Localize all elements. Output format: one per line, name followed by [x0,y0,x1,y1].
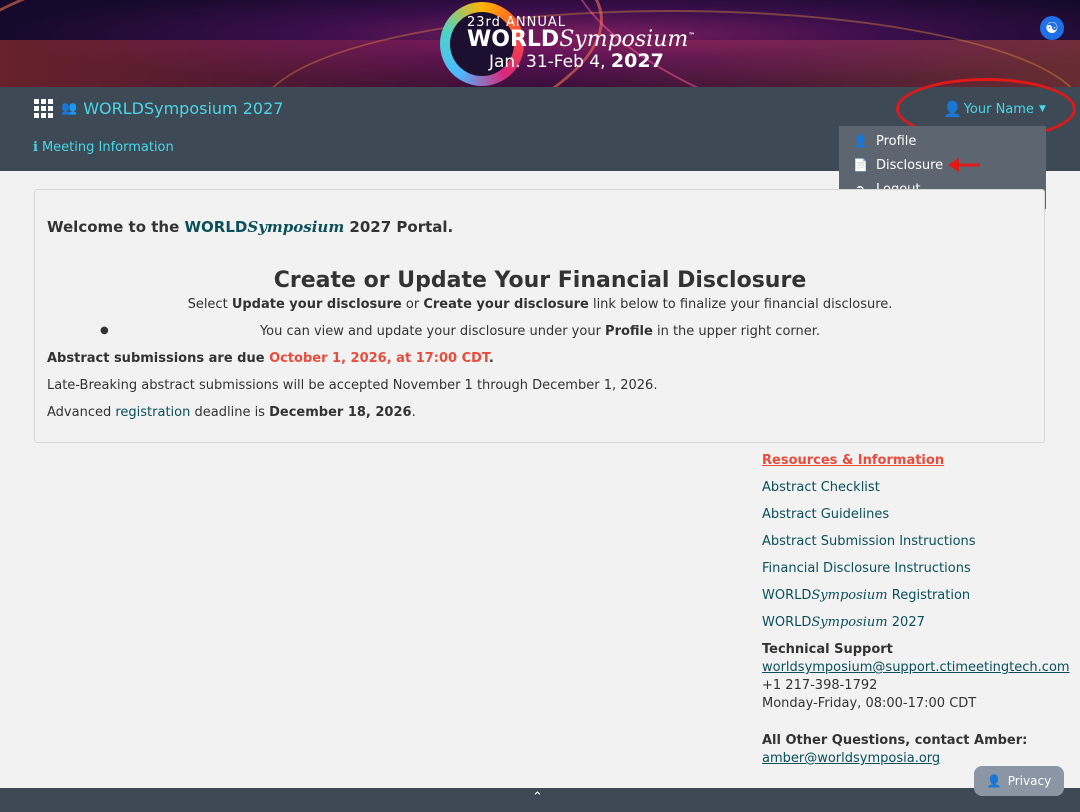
other-questions-heading: All Other Questions, contact Amber: [762,733,1028,748]
privacy-label[interactable]: Privacy [1008,774,1051,788]
users-icon: 👥 [61,100,78,116]
text-fragment: . [488,351,494,366]
abstract-submission-instructions-link[interactable]: Abstract Submission Instructions [762,534,976,549]
text-fragment[interactable]: WORLD [762,588,811,603]
text-fragment: link below to finalize your financial di… [588,297,893,312]
text-fragment[interactable]: WORLD [762,615,811,630]
tech-support-phone: +1 217-398-1792 [762,678,878,693]
profile-text: Profile [605,324,653,339]
banner-date-range: Jan. 31-Feb 4, [489,52,606,72]
text-fragment: or [401,297,424,312]
advanced-registration-text: Advanced registration deadline is Decemb… [47,405,416,420]
financial-disclosure-instructions-link[interactable]: Financial Disclosure Instructions [762,561,971,576]
banner-logo-text: WORLDSymposium™ [467,27,695,52]
header-banner: 23rd ANNUAL WORLDSymposium™ Jan. 31-Feb … [0,0,1080,87]
menu-item-profile[interactable]: 👤 Profile [853,131,916,151]
info-icon: i [33,140,38,155]
technical-support-heading: Technical Support [762,642,893,657]
welcome-suffix: 2027 Portal. [344,218,454,236]
text-fragment: Select [187,297,232,312]
abstract-label: Abstract submissions are due [47,351,270,366]
text-fragment: in the upper right corner. [652,324,821,339]
text-fragment: Advanced [47,405,116,420]
text-fragment: deadline is [190,405,270,420]
meeting-information-label[interactable]: Meeting Information [42,140,174,155]
menu-item-disclosure[interactable]: 📄 Disclosure [853,155,943,175]
page-title: Create or Update Your Financial Disclosu… [273,268,807,293]
update-disclosure-text: Update your disclosure [231,297,402,312]
banner-world: WORLD [467,27,560,52]
welcome-symposium: Symposium [247,218,345,236]
select-instructions: Select Update your disclosure or Create … [0,297,1080,312]
abstract-date: October 1, 2026, at 17:00 CDT [269,351,489,366]
welcome-prefix: Welcome to the [47,218,185,236]
resources-heading[interactable]: Resources & Information [762,453,944,468]
abstract-deadline: Abstract submissions are due October 1, … [47,351,494,366]
banner-dates: Jan. 31-Feb 4, 2027 [489,50,664,72]
privacy-icon: 👤 [986,774,1002,788]
create-disclosure-text: Create your disclosure [423,297,589,312]
view-instructions: You can view and update your disclosure … [0,324,1080,339]
meeting-information-link[interactable]: i Meeting Information [33,140,174,155]
abstract-guidelines-link[interactable]: Abstract Guidelines [762,507,889,522]
text-fragment[interactable]: 2027 [888,615,925,630]
text-fragment[interactable]: Symposium [811,588,887,603]
text-fragment: You can view and update your disclosure … [259,324,606,339]
annotation-arrow-icon [948,158,980,172]
abstract-checklist-link[interactable]: Abstract Checklist [762,480,880,495]
file-icon: 📄 [853,158,868,172]
menu-item-label[interactable]: Profile [876,134,916,149]
privacy-button[interactable]: 👤 Privacy [974,766,1064,796]
banner-symposium: Symposium [559,27,689,52]
brand-link[interactable]: 👥 WORLDSymposium 2027 [34,97,283,119]
person-icon: 👤 [853,134,868,148]
tech-support-email-link[interactable]: worldsymposium@support.ctimeetingtech.co… [762,660,1070,675]
advanced-date: December 18, 2026 [269,405,412,420]
text-fragment[interactable]: Symposium [811,615,887,630]
banner-year: 2027 [610,50,664,72]
chevron-up-icon[interactable]: ⌃ [532,790,543,805]
banner-tm: ™ [688,31,696,40]
welcome-heading: Welcome to the WORLDSymposium 2027 Porta… [47,218,453,236]
text-fragment: . [411,405,416,420]
welcome-brand: WORLDSymposium [185,218,345,236]
amber-email-link[interactable]: amber@worldsymposia.org [762,751,940,766]
brand-title[interactable]: WORLDSymposium 2027 [83,99,283,118]
worldsymposium-site-link[interactable]: WORLDSymposium 2027 [762,615,925,630]
tech-support-hours: Monday-Friday, 08:00-17:00 CDT [762,696,977,711]
late-breaking-text: Late-Breaking abstract submissions will … [47,378,658,393]
welcome-world: WORLD [184,218,248,236]
accessibility-icon[interactable]: ☯ [1040,16,1064,40]
registration-link[interactable]: registration [115,405,190,420]
footer-bar: ⌃ [0,788,1080,812]
text-fragment[interactable]: Registration [888,588,970,603]
menu-item-label[interactable]: Disclosure [876,158,943,173]
registration-link[interactable]: WORLDSymposium Registration [762,588,970,603]
grid-icon[interactable] [34,98,53,118]
